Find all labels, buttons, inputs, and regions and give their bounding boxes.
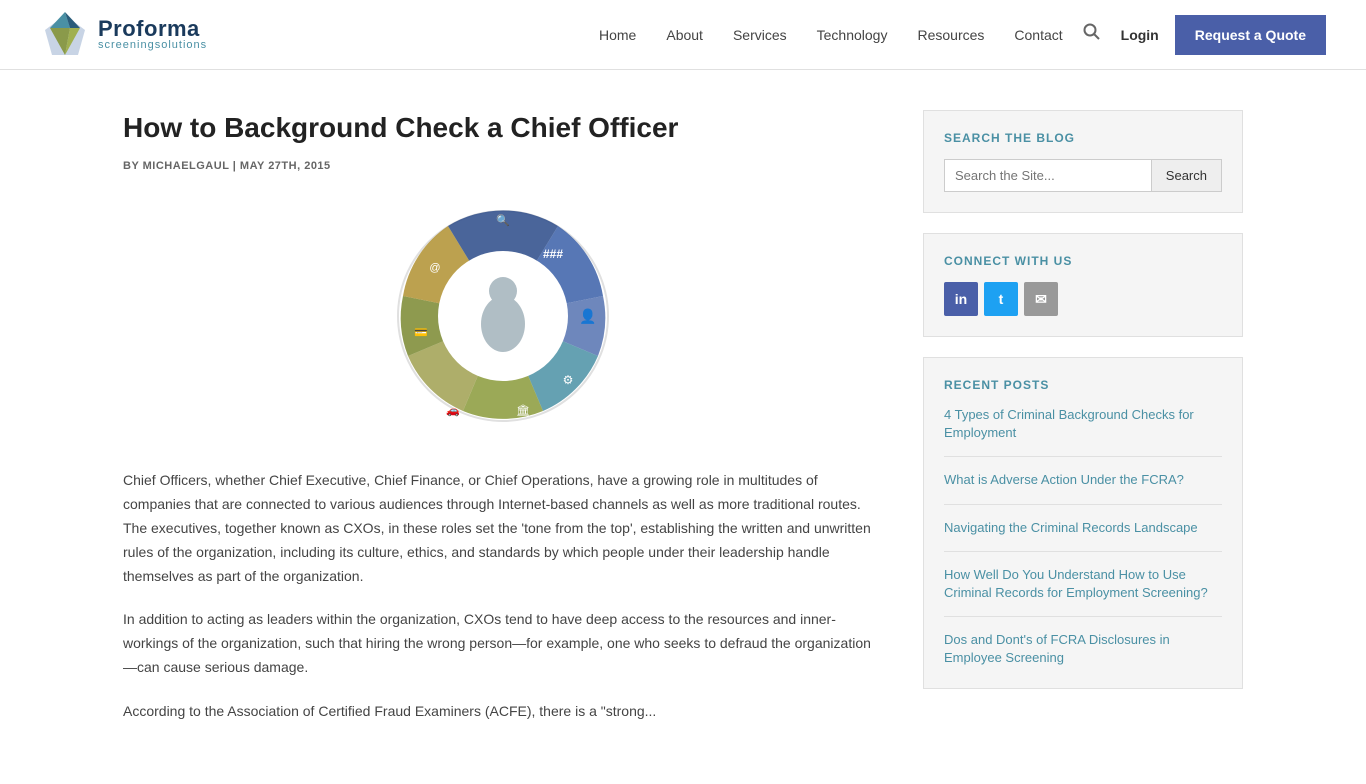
list-item: What is Adverse Action Under the FCRA? xyxy=(944,471,1222,504)
search-row: Search xyxy=(944,159,1222,192)
article-body: Chief Officers, whether Chief Executive,… xyxy=(123,469,883,723)
nav-services[interactable]: Services xyxy=(733,27,787,43)
search-icon xyxy=(1083,23,1101,41)
recent-post-link-1[interactable]: 4 Types of Criminal Background Checks fo… xyxy=(944,407,1194,440)
nav-home[interactable]: Home xyxy=(599,27,636,43)
recent-posts-list: 4 Types of Criminal Background Checks fo… xyxy=(944,406,1222,668)
logo-icon xyxy=(40,10,90,60)
recent-posts-title: RECENT POSTS xyxy=(944,378,1222,392)
nav-about[interactable]: About xyxy=(666,27,703,43)
email-icon[interactable]: ✉ xyxy=(1024,282,1058,316)
list-item: How Well Do You Understand How to Use Cr… xyxy=(944,566,1222,617)
article-image: ### 👤 ⚙ 🏛 🚗 💳 @ 🔍 xyxy=(123,196,883,439)
search-input[interactable] xyxy=(944,159,1151,192)
recent-posts-box: RECENT POSTS 4 Types of Criminal Backgro… xyxy=(923,357,1243,689)
recent-post-link-5[interactable]: Dos and Dont's of FCRA Disclosures in Em… xyxy=(944,632,1170,665)
linkedin-icon[interactable]: in xyxy=(944,282,978,316)
quote-button[interactable]: Request a Quote xyxy=(1175,15,1326,55)
recent-post-link-2[interactable]: What is Adverse Action Under the FCRA? xyxy=(944,472,1184,487)
nav-contact[interactable]: Contact xyxy=(1014,27,1062,43)
sidebar: SEARCH THE BLOG Search CONNECT WITH US i… xyxy=(923,110,1243,744)
list-item: Navigating the Criminal Records Landscap… xyxy=(944,519,1222,552)
list-item: 4 Types of Criminal Background Checks fo… xyxy=(944,406,1222,457)
search-button[interactable]: Search xyxy=(1151,159,1222,192)
article-title: How to Background Check a Chief Officer xyxy=(123,110,883,146)
svg-text:⚙: ⚙ xyxy=(563,373,574,387)
logo-text: Proforma screeningsolutions xyxy=(98,18,207,51)
article-paragraph-1: Chief Officers, whether Chief Executive,… xyxy=(123,469,883,588)
recent-post-link-4[interactable]: How Well Do You Understand How to Use Cr… xyxy=(944,567,1208,600)
article-paragraph-2: In addition to acting as leaders within … xyxy=(123,608,883,679)
login-button[interactable]: Login xyxy=(1121,27,1159,43)
svg-text:💳: 💳 xyxy=(414,327,428,339)
connect-box-title: CONNECT WITH US xyxy=(944,254,1222,268)
nav-technology[interactable]: Technology xyxy=(817,27,888,43)
social-row: in t ✉ xyxy=(944,282,1222,316)
page-content: How to Background Check a Chief Officer … xyxy=(83,110,1283,744)
svg-text:🚗: 🚗 xyxy=(446,405,460,417)
connect-box: CONNECT WITH US in t ✉ xyxy=(923,233,1243,337)
twitter-icon[interactable]: t xyxy=(984,282,1018,316)
svg-text:🔍: 🔍 xyxy=(496,213,510,227)
search-box-title: SEARCH THE BLOG xyxy=(944,131,1222,145)
list-item: Dos and Dont's of FCRA Disclosures in Em… xyxy=(944,631,1222,667)
search-box: SEARCH THE BLOG Search xyxy=(923,110,1243,213)
article: How to Background Check a Chief Officer … xyxy=(123,110,883,744)
svg-text:@: @ xyxy=(429,262,440,274)
article-meta: BY MICHAELGAUL | MAY 27TH, 2015 xyxy=(123,160,883,172)
search-toggle-button[interactable] xyxy=(1083,23,1101,46)
infographic-svg: ### 👤 ⚙ 🏛 🚗 💳 @ 🔍 xyxy=(383,196,623,436)
svg-text:👤: 👤 xyxy=(579,308,596,325)
nav-resources[interactable]: Resources xyxy=(917,27,984,43)
article-paragraph-3: According to the Association of Certifie… xyxy=(123,700,883,724)
logo[interactable]: Proforma screeningsolutions xyxy=(40,10,207,60)
svg-text:🏛: 🏛 xyxy=(516,404,530,417)
recent-post-link-3[interactable]: Navigating the Criminal Records Landscap… xyxy=(944,520,1198,535)
main-nav: Home About Services Technology Resources… xyxy=(599,27,1063,43)
svg-text:###: ### xyxy=(543,247,563,261)
